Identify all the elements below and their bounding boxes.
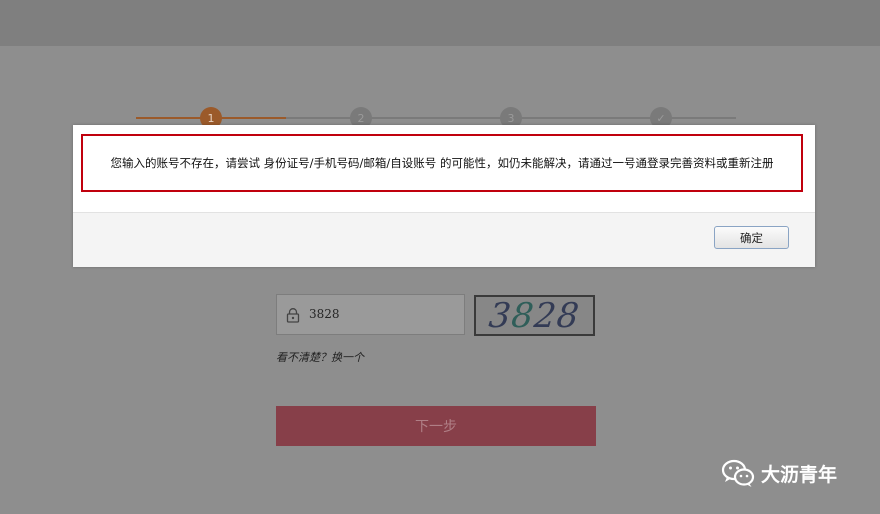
ok-button[interactable]: 确定 xyxy=(714,226,789,249)
watermark: 大沥青年 xyxy=(721,455,837,491)
next-step-button[interactable]: 下一步 xyxy=(276,406,596,446)
lock-icon xyxy=(286,308,300,323)
captcha-input[interactable]: 3828 xyxy=(276,294,465,335)
alert-dialog: 您输入的账号不存在，请尝试 身份证号/手机号码/邮箱/自设账号 的可能性，如仍未… xyxy=(73,125,815,267)
captcha-input-value: 3828 xyxy=(309,307,340,321)
dialog-body: 您输入的账号不存在，请尝试 身份证号/手机号码/邮箱/自设账号 的可能性，如仍未… xyxy=(73,125,815,213)
captcha-image[interactable]: 3828 xyxy=(474,295,595,336)
top-bar xyxy=(0,0,880,46)
error-highlight-box: 您输入的账号不存在，请尝试 身份证号/手机号码/邮箱/自设账号 的可能性，如仍未… xyxy=(81,134,803,192)
error-message: 您输入的账号不存在，请尝试 身份证号/手机号码/邮箱/自设账号 的可能性，如仍未… xyxy=(110,156,774,170)
captcha-glyphs: 3828 xyxy=(487,295,582,336)
watermark-text: 大沥青年 xyxy=(761,463,838,486)
wechat-icon xyxy=(721,459,755,487)
refresh-captcha-link[interactable]: 看不清楚？换一个 xyxy=(276,349,364,365)
